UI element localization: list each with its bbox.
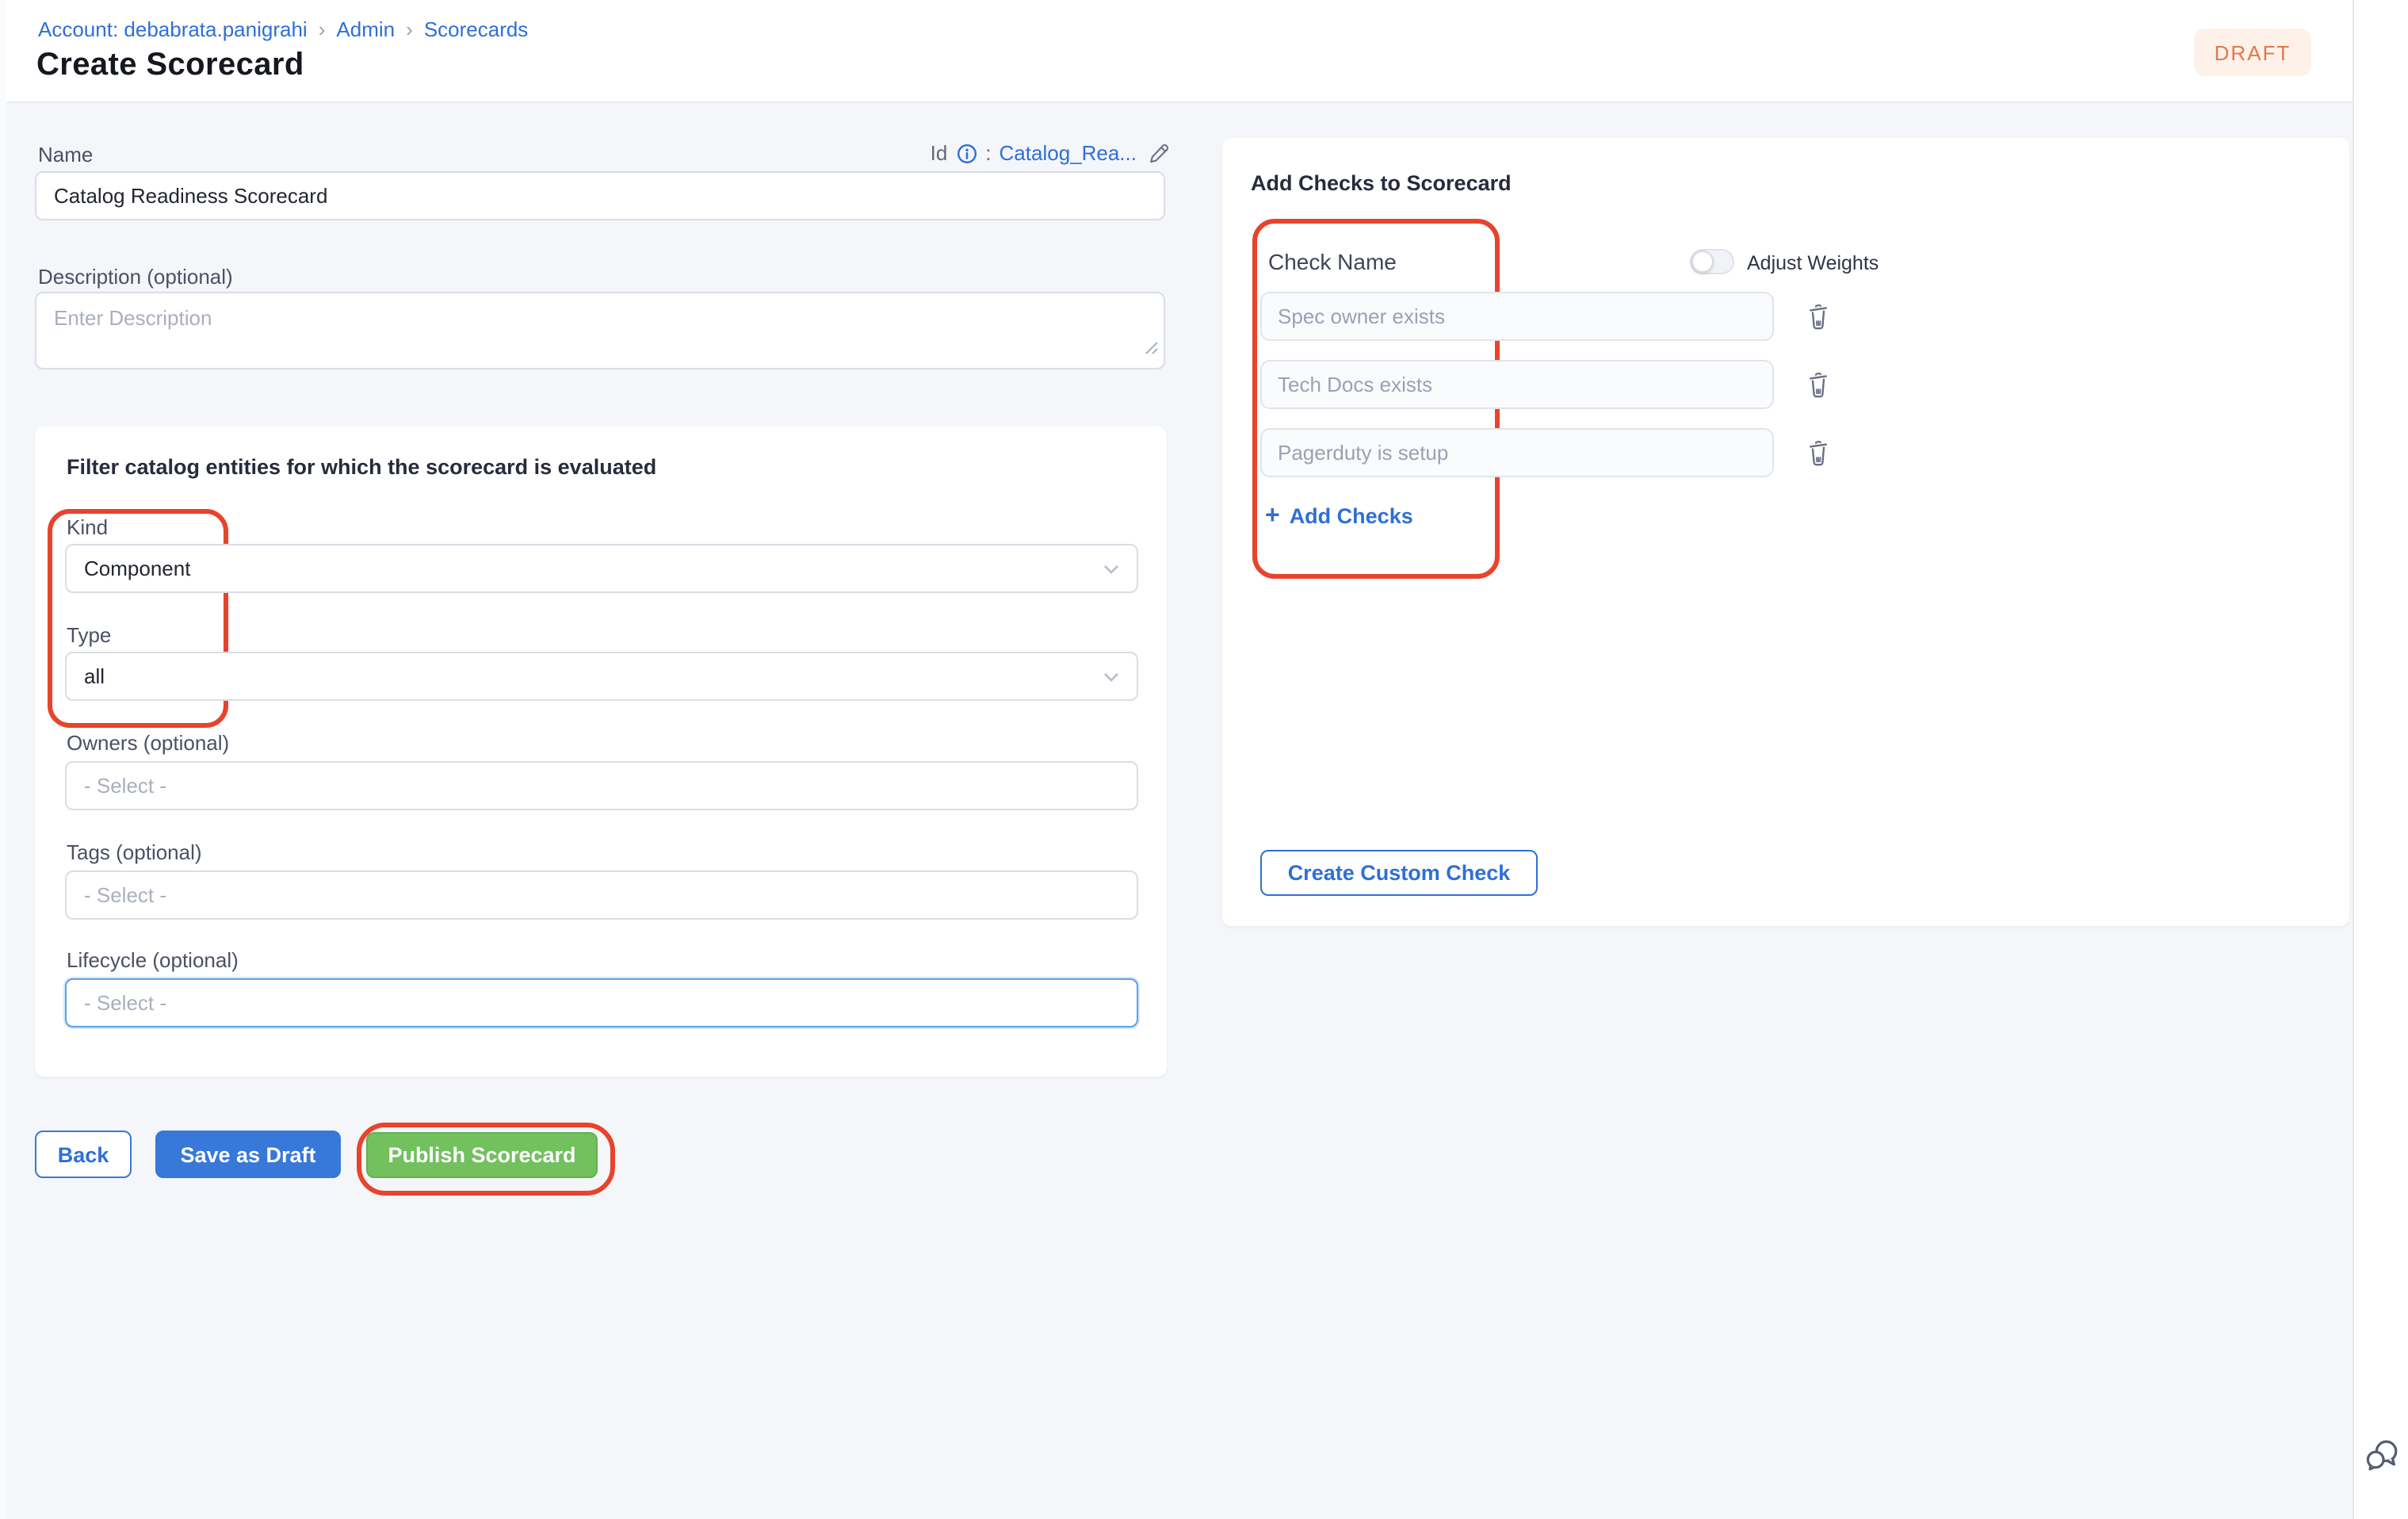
description-label: Description (optional): [38, 265, 233, 289]
tags-select[interactable]: - Select -: [65, 870, 1138, 920]
adjust-weights-label: Adjust Weights: [1747, 252, 1879, 274]
add-checks-button[interactable]: + Add Checks: [1265, 504, 1413, 528]
status-badge-draft: DRAFT: [2194, 29, 2311, 76]
breadcrumb-admin-link[interactable]: Admin: [336, 17, 395, 41]
name-input[interactable]: [35, 171, 1165, 220]
page-title: Create Scorecard: [36, 48, 304, 84]
chevron-down-icon: [1103, 564, 1119, 573]
chat-bubbles-icon[interactable]: [2364, 1437, 2402, 1475]
right-side-strip: [2353, 0, 2408, 1519]
kind-value: Component: [84, 557, 190, 580]
description-field-wrap: [35, 292, 1165, 369]
breadcrumb-account-link[interactable]: Account: debabrata.panigrahi: [38, 17, 308, 41]
chevron-down-icon: [1103, 671, 1119, 681]
tags-label: Tags (optional): [67, 840, 202, 864]
page-header: Account: debabrata.panigrahi › Admin › S…: [0, 0, 2353, 103]
tags-placeholder: - Select -: [84, 883, 166, 907]
breadcrumb-separator: ›: [406, 17, 413, 41]
plus-icon: +: [1265, 505, 1280, 527]
back-button[interactable]: Back: [35, 1131, 132, 1178]
lifecycle-label: Lifecycle (optional): [67, 948, 239, 972]
edit-id-pencil-icon[interactable]: [1148, 142, 1170, 164]
delete-check-trash-icon[interactable]: [1802, 434, 1834, 469]
left-edge-strip: [0, 0, 6, 1519]
owners-select[interactable]: - Select -: [65, 761, 1138, 810]
kind-label: Kind: [67, 515, 108, 539]
delete-check-trash-icon[interactable]: [1802, 298, 1834, 333]
description-textarea[interactable]: [36, 293, 1164, 368]
create-custom-check-button[interactable]: Create Custom Check: [1260, 850, 1538, 896]
kind-select[interactable]: Component: [65, 544, 1138, 593]
type-value: all: [84, 664, 105, 688]
scorecard-id-link[interactable]: Catalog_Rea...: [1000, 141, 1137, 165]
check-name-input[interactable]: [1260, 292, 1774, 341]
add-checks-card: Add Checks to Scorecard Check Name Adjus…: [1222, 138, 2349, 926]
filter-card: Filter catalog entities for which the sc…: [35, 427, 1167, 1077]
id-separator: :: [985, 141, 991, 165]
filter-heading: Filter catalog entities for which the sc…: [67, 455, 656, 479]
check-name-input[interactable]: [1260, 428, 1774, 477]
owners-label: Owners (optional): [67, 731, 229, 755]
adjust-weights-toggle[interactable]: [1690, 249, 1734, 274]
toggle-knob: [1691, 251, 1714, 273]
info-icon[interactable]: [955, 142, 977, 164]
resize-handle-icon[interactable]: [1145, 335, 1159, 363]
add-checks-heading: Add Checks to Scorecard: [1251, 171, 1512, 195]
lifecycle-select[interactable]: - Select -: [65, 978, 1138, 1027]
id-label: Id: [931, 141, 948, 165]
save-as-draft-button[interactable]: Save as Draft: [155, 1131, 341, 1178]
publish-scorecard-button[interactable]: Publish Scorecard: [366, 1132, 598, 1178]
type-select[interactable]: all: [65, 652, 1138, 701]
add-checks-label: Add Checks: [1290, 504, 1413, 528]
check-name-input[interactable]: [1260, 360, 1774, 409]
breadcrumb-scorecards-link[interactable]: Scorecards: [424, 17, 529, 41]
breadcrumb: Account: debabrata.panigrahi › Admin › S…: [38, 17, 528, 41]
breadcrumb-separator: ›: [319, 17, 326, 41]
scorecard-id-row: Id : Catalog_Rea...: [634, 141, 1170, 165]
owners-placeholder: - Select -: [84, 774, 166, 798]
create-scorecard-page: Account: debabrata.panigrahi › Admin › S…: [0, 0, 2408, 1519]
name-label: Name: [38, 143, 93, 166]
lifecycle-placeholder: - Select -: [84, 991, 166, 1015]
delete-check-trash-icon[interactable]: [1802, 366, 1834, 401]
check-name-column-header: Check Name: [1268, 249, 1397, 274]
type-label: Type: [67, 623, 111, 647]
